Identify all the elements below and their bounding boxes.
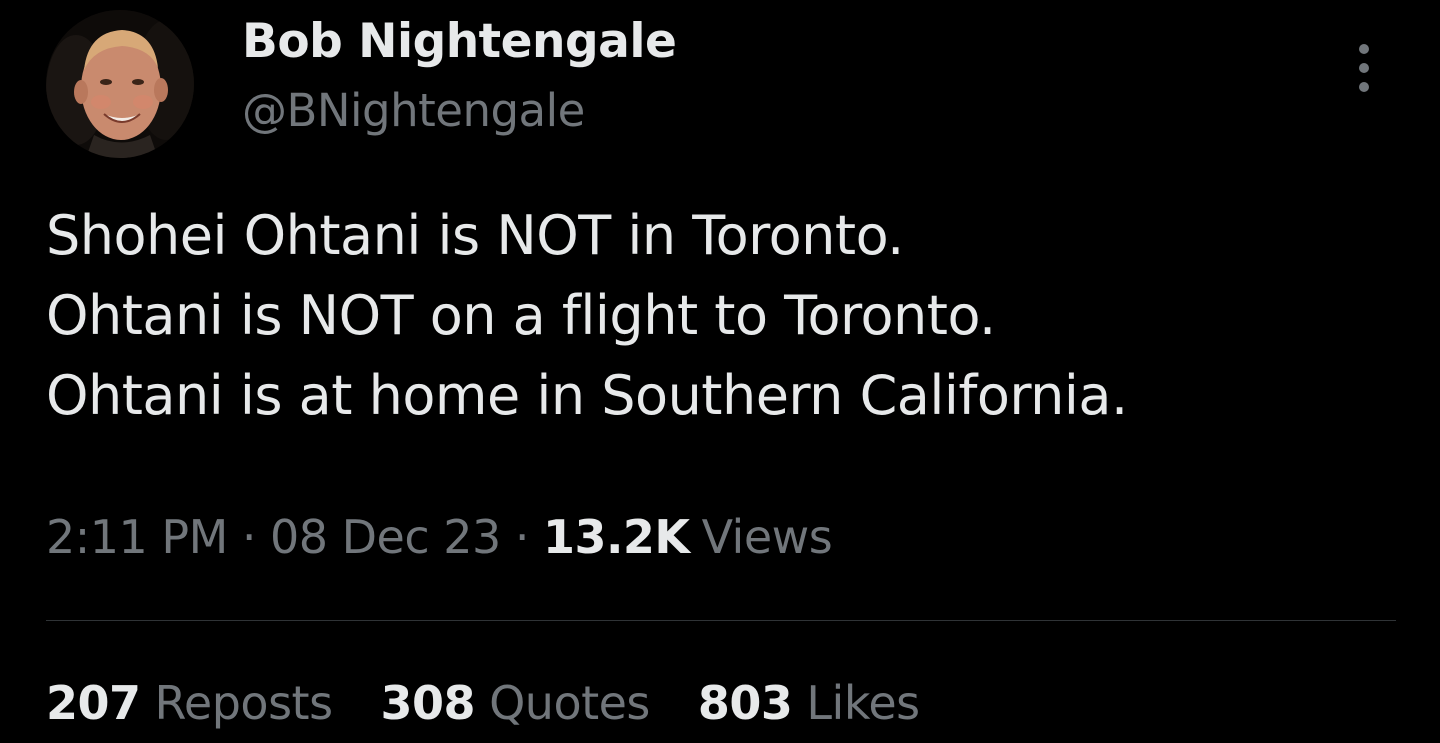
more-dots-icon <box>1359 63 1369 73</box>
author-handle[interactable]: @BNightengale <box>242 84 585 137</box>
author-avatar[interactable] <box>46 10 194 158</box>
tweet-text: Shohei Ohtani is NOT in Toronto. Ohtani … <box>46 196 1406 436</box>
tweet-date[interactable]: 08 Dec 23 <box>270 510 501 564</box>
meta-separator: · <box>514 510 530 564</box>
more-dots-icon <box>1359 82 1369 92</box>
reposts-stat[interactable]: 207 Reposts <box>46 676 333 730</box>
tweet-meta: 2:11 PM · 08 Dec 23 · 13.2K Views <box>46 510 833 564</box>
likes-label: Likes <box>806 676 920 730</box>
divider <box>46 620 1396 621</box>
quotes-count: 308 <box>380 676 476 730</box>
views-label[interactable]: Views <box>702 510 833 564</box>
tweet-time[interactable]: 2:11 PM <box>46 510 228 564</box>
avatar-image <box>46 10 194 158</box>
meta-separator: · <box>241 510 257 564</box>
quotes-stat[interactable]: 308 Quotes <box>380 676 651 730</box>
tweet-container: Bob Nightengale @BNightengale Shohei Oht… <box>0 0 1440 743</box>
views-count[interactable]: 13.2K <box>543 510 690 564</box>
author-display-name[interactable]: Bob Nightengale <box>242 14 677 69</box>
tweet-text-line: Ohtani is NOT on a flight to Toronto. <box>46 284 996 347</box>
likes-stat[interactable]: 803 Likes <box>698 676 920 730</box>
more-dots-icon <box>1359 44 1369 54</box>
reposts-label: Reposts <box>154 676 334 730</box>
tweet-text-line: Shohei Ohtani is NOT in Toronto. <box>46 204 904 267</box>
engagement-stats: 207 Reposts 308 Quotes 803 Likes <box>46 676 920 730</box>
likes-count: 803 <box>697 676 793 730</box>
tweet-text-line: Ohtani is at home in Southern California… <box>46 364 1128 427</box>
reposts-count: 207 <box>46 676 141 730</box>
quotes-label: Quotes <box>489 676 650 730</box>
more-options-button[interactable] <box>1340 36 1388 100</box>
